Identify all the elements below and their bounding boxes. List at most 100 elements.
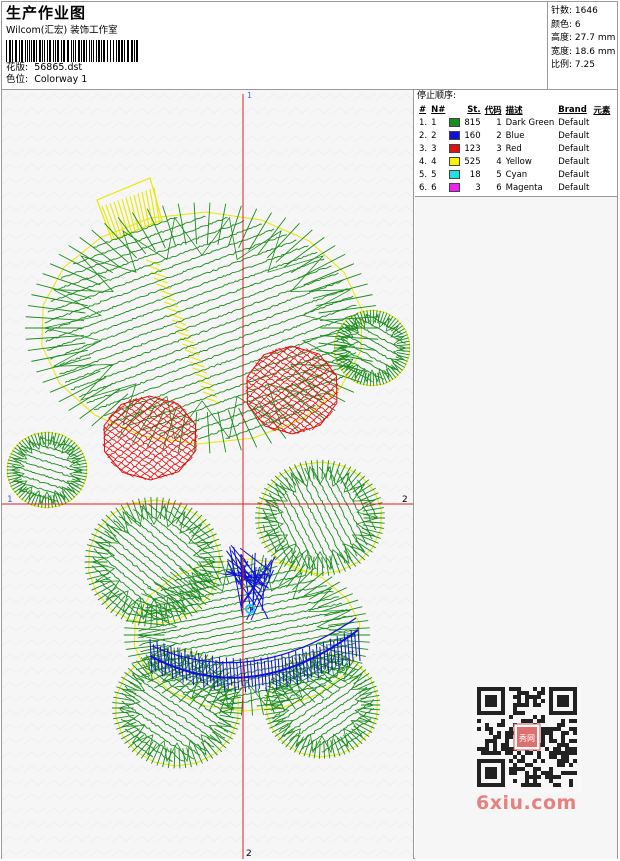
row-code: 6 [496,182,502,193]
embroidery-design: 1 2 1 2 [2,90,413,859]
worksheet-header: 生产作业图 Wilcom(汇宏) 装饰工作室 花版: 56865.dst 色位: C… [2,2,617,90]
row-code: 1 [496,117,502,128]
col-index: # [419,104,427,115]
stop-sequence-title: 停止顺序: [417,91,457,101]
row-swatch [447,181,462,194]
watermark-text: 6xiu.com [476,792,577,814]
col-description: 描述 [505,105,523,116]
col-element: 元素 [593,105,611,116]
colorway-line: 色位: Colorway 1 [6,74,546,86]
row-stitch-count: 3 [475,182,481,193]
stop-sequence-table: # N# St. 代码 描述 Brand 元素 1. 1 815 1 Dark Gree… [417,103,612,194]
row-needle: 3 [431,143,437,154]
row-needle: 5 [431,169,437,180]
row-brand: Default [558,143,590,154]
qr-seal-text: 秀网 [519,733,535,743]
col-stitches: St. [467,104,481,115]
stop-row: 2. 2 160 2 Blue Default [417,129,612,142]
axis-label-right: 2 [402,495,408,505]
row-stitch-count: 815 [464,117,481,128]
col-code: 代码 [484,105,502,116]
row-element [591,116,612,129]
stop-row: 3. 3 123 3 Red Default [417,142,612,155]
row-stitch-count: 18 [469,169,481,180]
row-needle: 4 [431,156,437,167]
stat-height: 高度: 27.7 mm [551,33,616,43]
stat-stitches: 针数: 1646 [551,6,598,16]
color-swatch-icon [449,117,461,127]
row-swatch [447,155,462,168]
row-swatch [447,168,462,181]
row-needle: 6 [431,182,437,193]
row-stitch-count: 525 [464,156,481,167]
axis-label-top: 1 [247,91,252,100]
row-stitch-count: 123 [464,143,481,154]
row-index: 1. [419,117,428,128]
row-code: 5 [496,169,502,180]
row-element [591,155,612,168]
row-element [591,181,612,194]
row-stitch-count: 160 [464,130,481,141]
row-swatch [447,129,462,142]
stop-row: 1. 1 815 1 Dark Green Default [417,116,612,129]
stats-panel: 针数: 1646 颜色: 6 高度: 27.7 mm 宽度: 18.6 mm 比… [547,2,617,90]
file-line: 花版: 56865.dst [6,62,546,74]
row-description: Magenta [505,182,543,193]
design-preview: 1 2 1 2 [2,90,414,859]
table-header-row: # N# St. 代码 描述 Brand 元素 [417,103,612,116]
file-name: 56865.dst [34,62,83,73]
row-element [591,142,612,155]
page-title: 生产作业图 [6,4,87,22]
row-element [591,129,612,142]
col-swatch [447,103,462,116]
stop-row: 5. 5 18 5 Cyan Default [417,168,612,181]
row-brand: Default [558,130,590,141]
colorway-name: Colorway 1 [34,74,88,85]
col-brand: Brand [558,104,587,115]
file-label: 花版: [6,62,29,73]
row-code: 4 [496,156,502,167]
studio-name: Wilcom(汇宏) 装饰工作室 [6,25,118,36]
row-description: Blue [505,130,525,141]
color-swatch-icon [449,156,461,166]
row-brand: Default [558,169,590,180]
row-needle: 1 [431,117,437,128]
row-description: Cyan [505,169,528,180]
row-swatch [447,142,462,155]
row-description: Red [505,143,522,154]
production-worksheet: 生产作业图 Wilcom(汇宏) 装饰工作室 花版: 56865.dst 色位: C… [1,1,618,859]
row-needle: 2 [431,130,437,141]
color-swatch-icon [449,143,461,153]
colorway-label: 色位: [6,74,29,85]
color-swatch-icon [449,182,461,192]
axis-label-bottom: 2 [246,849,252,859]
axis-label-left: 1 [7,495,13,505]
row-description: Yellow [505,156,532,167]
stat-scale: 比例: 7.25 [551,60,595,70]
row-index: 6. [419,182,428,193]
barcode-icon [6,40,138,62]
stop-row: 4. 4 525 4 Yellow Default [417,155,612,168]
row-brand: Default [558,156,590,167]
row-index: 5. [419,169,428,180]
header-info: 生产作业图 Wilcom(汇宏) 装饰工作室 花版: 56865.dst 色位: C… [6,4,546,88]
row-brand: Default [558,182,590,193]
row-code: 2 [496,130,502,141]
qr-code-graphic: 秀网 [477,687,577,787]
row-code: 3 [496,143,502,154]
stop-row: 6. 6 3 6 Magenta Default [417,181,612,194]
color-swatch-icon [449,169,461,179]
row-element [591,168,612,181]
color-swatch-icon [449,130,461,140]
row-index: 4. [419,156,428,167]
row-brand: Default [558,117,590,128]
qr-code-icon: 秀网 [472,682,582,792]
stop-sequence-box: 停止顺序: # N# St. 代码 描述 Brand 元素 1. 1 815 1 Dar… [415,90,617,197]
row-description: Dark Green [505,117,555,128]
stat-colors: 颜色: 6 [551,19,581,30]
stat-width: 宽度: 18.6 mm [551,46,616,57]
row-index: 2. [419,130,428,141]
row-swatch [447,116,462,129]
col-needle: N# [431,104,446,115]
row-index: 3. [419,143,428,154]
